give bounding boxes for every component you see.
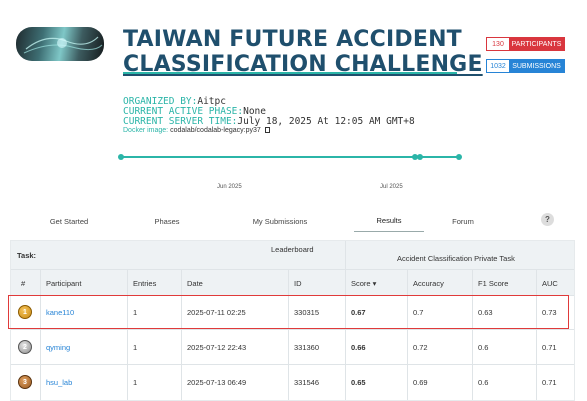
entries-value: 1 xyxy=(133,377,138,387)
submissions-count: 1032 xyxy=(487,60,509,72)
auc-value: 0.71 xyxy=(542,377,557,387)
tab-forum[interactable]: Forum xyxy=(430,210,496,232)
page-title: TAIWAN FUTURE ACCIDENT CLASSIFICATION CH… xyxy=(123,27,483,77)
col-participant[interactable]: Participant xyxy=(46,271,81,295)
participant-link[interactable]: hsu_lab xyxy=(46,365,72,399)
competition-tabs: Get Started Phases My Submissions Result… xyxy=(10,210,576,232)
tab-results[interactable]: Results xyxy=(354,210,424,232)
col-auc[interactable]: AUC xyxy=(542,271,558,295)
bronze-medal-icon: 3 xyxy=(18,375,32,389)
help-icon[interactable]: ? xyxy=(541,213,554,226)
competition-logo xyxy=(16,27,104,61)
tab-my-submissions[interactable]: My Submissions xyxy=(232,210,328,232)
col-rank: # xyxy=(21,278,26,288)
participants-badge[interactable]: 130 PARTICIPANTS xyxy=(486,37,565,51)
col-score[interactable]: Score ▾ xyxy=(351,271,376,295)
timeline-label-jun: Jun 2025 xyxy=(217,184,242,190)
score-value: 0.66 xyxy=(351,342,366,352)
timeline-dot xyxy=(456,154,462,160)
entries-value: 1 xyxy=(133,342,138,352)
id-value: 331360 xyxy=(294,342,320,352)
task-label: Task: xyxy=(17,250,37,260)
tab-phases[interactable]: Phases xyxy=(130,210,204,232)
score-value: 0.65 xyxy=(351,377,366,387)
leaderboard-label: Leaderboard xyxy=(271,244,314,254)
participant-link[interactable]: qyming xyxy=(46,330,70,364)
submissions-label: SUBMISSIONS xyxy=(509,60,564,72)
date-value: 2025-07-13 06:49 xyxy=(187,377,247,387)
participants-count: 130 xyxy=(487,38,509,50)
title-underline xyxy=(123,72,457,74)
copy-icon[interactable] xyxy=(264,127,270,133)
row-highlight-box xyxy=(8,295,569,329)
task-name: Accident Classification Private Task xyxy=(397,253,515,263)
docker-image: Docker image: codalab/codalab-legacy:py3… xyxy=(123,127,270,134)
silver-medal-icon: 2 xyxy=(18,340,32,354)
f1-value: 0.6 xyxy=(478,342,489,352)
table-row: 2 qyming 1 2025-07-12 22:43 331360 0.66 … xyxy=(11,330,574,364)
date-value: 2025-07-12 22:43 xyxy=(187,342,247,352)
accuracy-value: 0.72 xyxy=(413,342,428,352)
server-time: CURRENT SERVER TIME:July 18, 2025 At 12:… xyxy=(123,116,415,127)
participants-label: PARTICIPANTS xyxy=(509,38,564,50)
tab-get-started[interactable]: Get Started xyxy=(30,210,108,232)
col-date[interactable]: Date xyxy=(187,271,203,295)
f1-value: 0.6 xyxy=(478,377,489,387)
timeline-dot xyxy=(118,154,124,160)
col-id[interactable]: ID xyxy=(294,271,302,295)
grid-line xyxy=(11,269,574,270)
auc-value: 0.71 xyxy=(542,342,557,352)
timeline-label-jul: Jul 2025 xyxy=(380,184,403,190)
col-entries[interactable]: Entries xyxy=(133,271,156,295)
phase-timeline xyxy=(121,156,459,158)
col-f1[interactable]: F1 Score xyxy=(478,271,508,295)
table-row: 3 hsu_lab 1 2025-07-13 06:49 331546 0.65… xyxy=(11,365,574,399)
id-value: 331546 xyxy=(294,377,320,387)
col-accuracy[interactable]: Accuracy xyxy=(413,271,444,295)
accuracy-value: 0.69 xyxy=(413,377,428,387)
submissions-badge[interactable]: 1032 SUBMISSIONS xyxy=(486,59,565,73)
timeline-dot xyxy=(417,154,423,160)
